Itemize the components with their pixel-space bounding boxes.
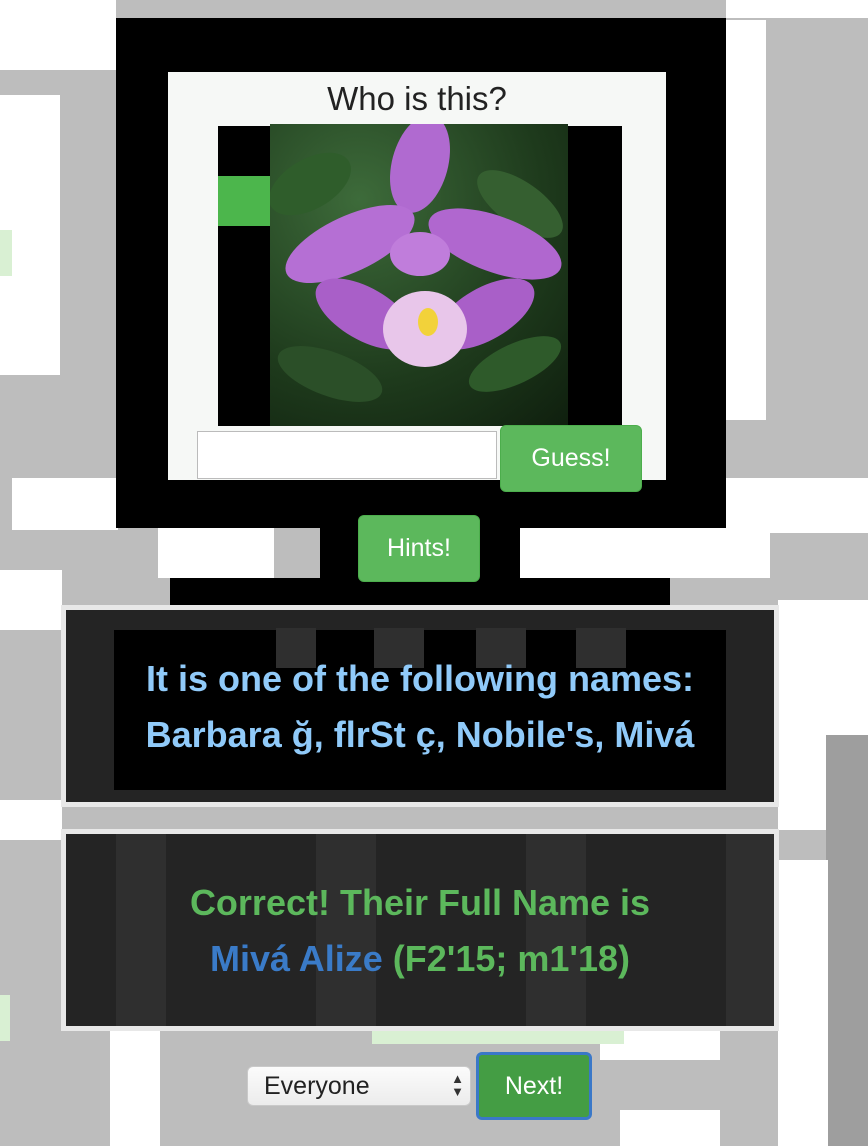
guess-input[interactable] xyxy=(197,431,497,479)
question-heading: Who is this? xyxy=(327,80,507,117)
hints-panel: It is one of the following names: Barbar… xyxy=(61,605,779,807)
next-button[interactable]: Next! xyxy=(476,1052,592,1120)
answer-name-line: Mivá Alize (F2'15; m1'18) xyxy=(66,938,774,980)
photo-accent-bar xyxy=(218,176,272,226)
updown-chevron-icon: ▲ ▼ xyxy=(451,1071,464,1099)
orchid-photo xyxy=(270,124,568,426)
guess-button[interactable]: Guess! xyxy=(500,425,642,492)
group-select[interactable]: Everyone ▲ ▼ xyxy=(247,1066,471,1106)
orchid-icon xyxy=(270,124,563,402)
answer-full-name: Mivá Alize xyxy=(210,938,383,979)
hints-intro-text: It is one of the following names: xyxy=(145,658,694,699)
hints-button[interactable]: Hints! xyxy=(358,515,480,582)
hints-names-list: Barbara ğ, flrSt ç, Nobile's, Mivá xyxy=(145,714,695,755)
answer-result-text: Correct! Their Full Name is xyxy=(189,882,651,923)
answer-panel: Correct! Their Full Name is Mivá Alize (… xyxy=(61,829,779,1031)
group-select-value: Everyone xyxy=(264,1071,370,1100)
answer-class-years: (F2'15; m1'18) xyxy=(392,938,630,979)
